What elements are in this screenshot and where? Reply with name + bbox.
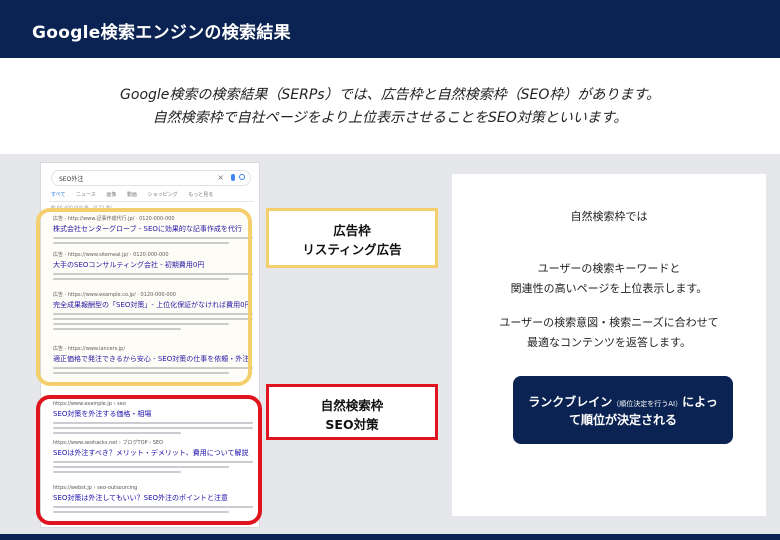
rankbrain-line2: て順位が決定される — [568, 413, 677, 427]
panel-text: 最適なコンテンツを返答します。 — [527, 336, 691, 349]
ad-label-box: 広告枠 リスティング広告 — [266, 208, 438, 268]
header-bar: Google検索エンジンの検索結果 — [0, 0, 780, 58]
rankbrain-callout: ランクブレイン（順位決定を行うAI）によっ て順位が決定される — [513, 376, 733, 444]
intro-line-1: Google検索の検索結果（SERPs）では、広告枠と自然検索枠（SEO枠）があ… — [120, 87, 660, 103]
search-icon — [239, 174, 245, 180]
page-title: Google検索エンジンの検索結果 — [32, 23, 291, 43]
panel-text: ユーザーの検索意図・検索ニーズに合わせて — [499, 316, 719, 329]
serp-tab: ショッピング — [147, 192, 178, 198]
panel-text: 関連性の高いページを上位表示します。 — [510, 282, 708, 295]
ad-area-highlight — [36, 208, 252, 386]
divider — [49, 201, 254, 202]
serp-tab: ニュース — [76, 192, 96, 198]
search-box: SEO外注 × — [51, 170, 251, 186]
search-query: SEO外注 — [59, 176, 84, 183]
ad-label-subtitle: リスティング広告 — [302, 242, 402, 257]
panel-text: ユーザーの検索キーワードと — [537, 262, 681, 275]
serp-tab: すべて — [51, 192, 66, 198]
intro-section: Google検索の検索結果（SERPs）では、広告枠と自然検索枠（SEO枠）があ… — [0, 58, 780, 154]
rankbrain-label: ランクブレイン — [528, 395, 613, 409]
mic-icon — [231, 174, 235, 181]
organic-label-title: 自然検索枠 — [320, 398, 384, 413]
organic-label-box: 自然検索枠 SEO対策 — [266, 384, 438, 440]
serp-tabs: すべて ニュース 画像 動画 ショッピング もっと見る — [51, 191, 222, 198]
footer-bar — [0, 534, 780, 540]
serp-tab: 動画 — [127, 192, 138, 198]
close-icon: × — [217, 173, 224, 182]
serp-tab: もっと見る — [188, 192, 214, 198]
organic-label-subtitle: SEO対策 — [325, 417, 379, 432]
panel-text: 自然検索枠では — [570, 210, 648, 223]
rankbrain-note: （順位決定を行うAI） — [612, 400, 683, 408]
ad-label-title: 広告枠 — [333, 223, 371, 238]
explanation-panel: 自然検索枠では ユーザーの検索キーワードと 関連性の高いページを上位表示します。… — [452, 174, 766, 516]
rankbrain-suffix: によっ — [682, 395, 718, 409]
intro-line-2: 自然検索枠で自社ページをより上位表示させることをSEO対策といいます。 — [152, 110, 628, 126]
organic-area-highlight — [36, 395, 262, 525]
serp-tab: 画像 — [106, 192, 117, 198]
